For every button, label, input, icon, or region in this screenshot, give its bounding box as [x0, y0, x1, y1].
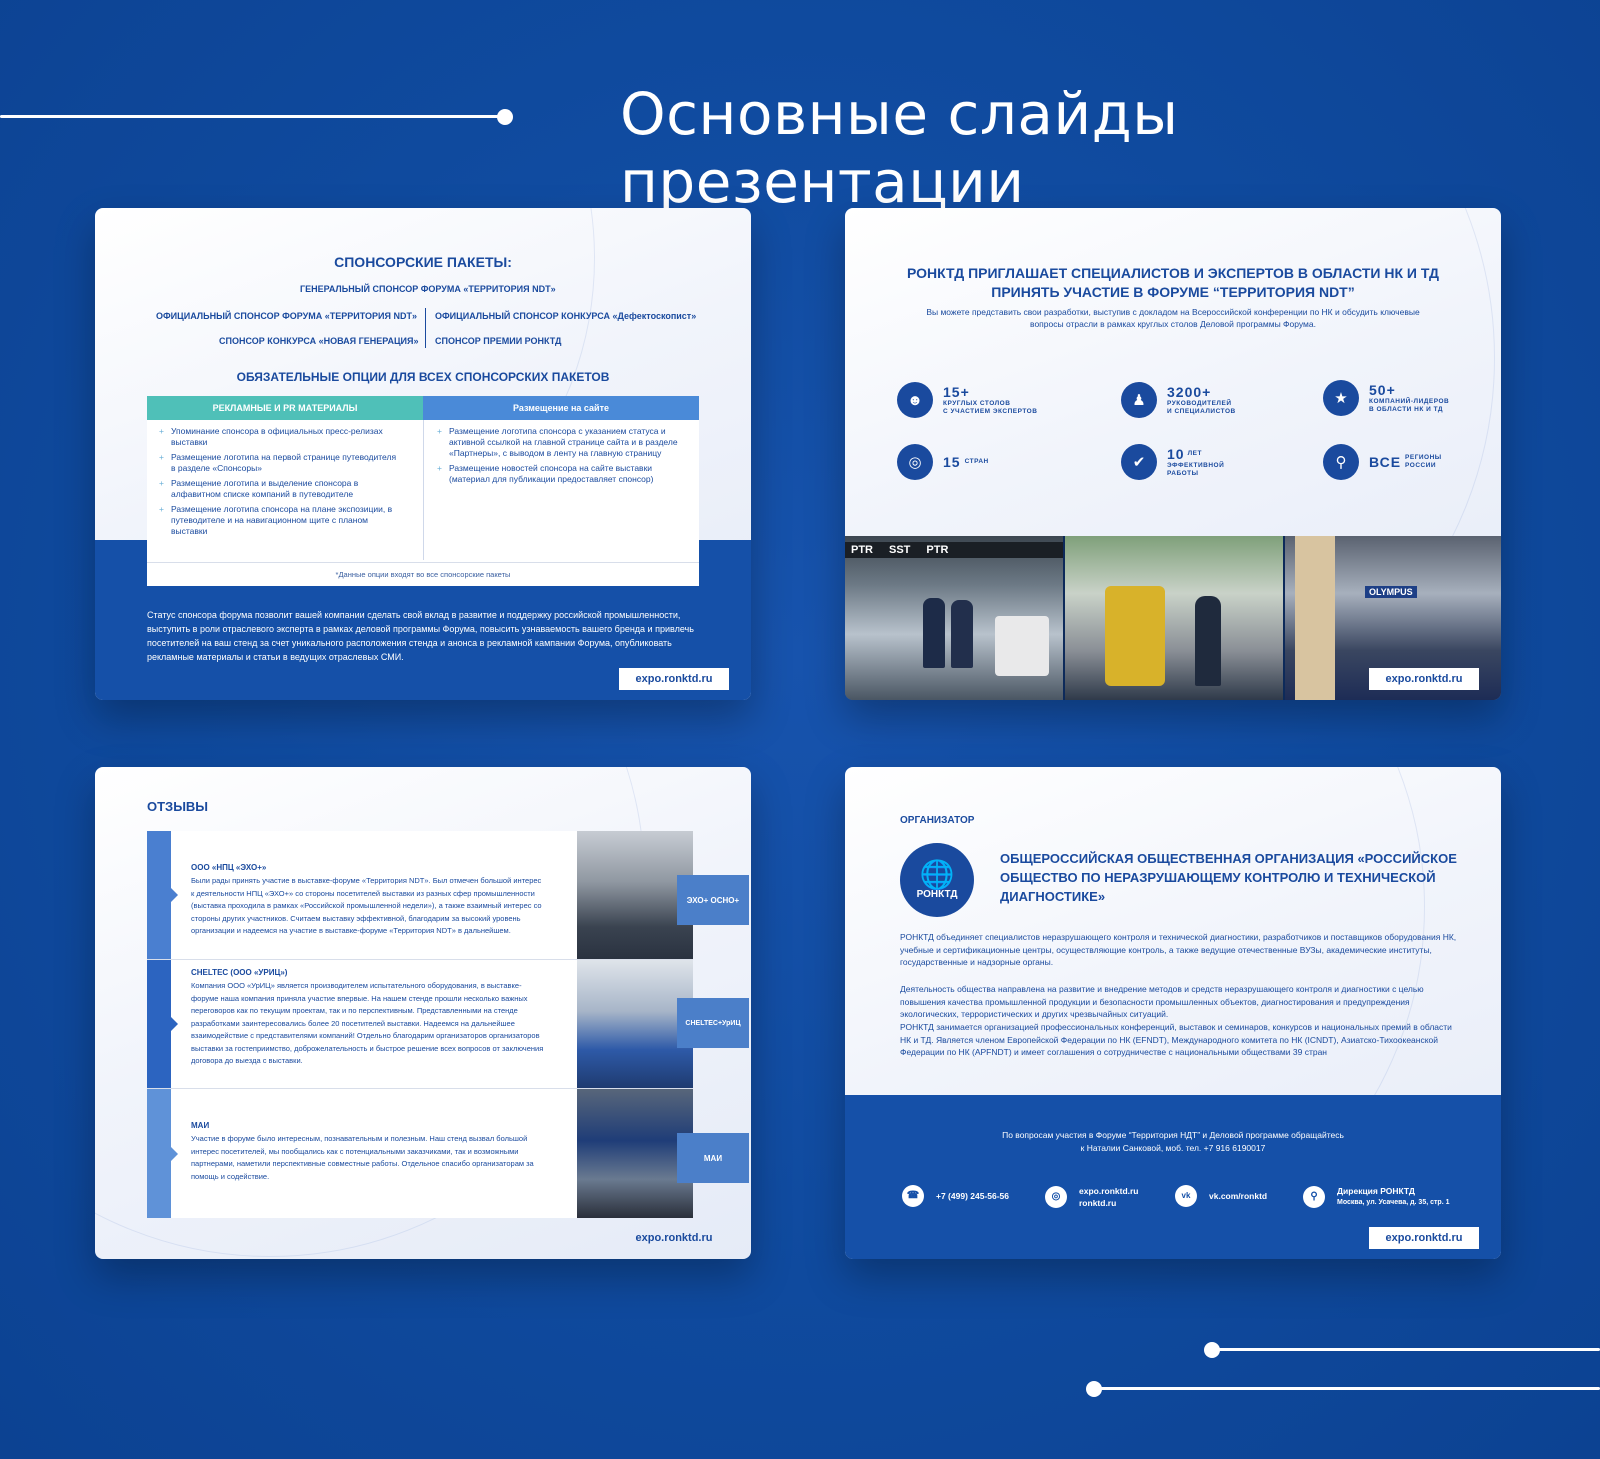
list-item: Упоминание спонсора в официальных пресс-…	[159, 426, 399, 448]
slide-invitation: РОНКТД ПРИГЛАШАЕТ СПЕЦИАЛИСТОВ И ЭКСПЕРТ…	[845, 208, 1501, 700]
divider	[425, 308, 426, 348]
review-photo: МАИ	[577, 1089, 749, 1218]
location-icon: ⚲	[1303, 1186, 1325, 1208]
organizer-title: ОБЩЕРОССИЙСКАЯ ОБЩЕСТВЕННАЯ ОРГАНИЗАЦИЯ …	[1000, 851, 1457, 904]
organizer-label: ОРГАНИЗАТОР	[900, 815, 975, 826]
stat-years: ✔ 10 ЛЕТ ЭФФЕКТИВНОЙ РАБОТЫ	[1121, 444, 1237, 480]
card-accent	[147, 831, 178, 959]
expo-photo: PTR SST PTR	[845, 536, 1063, 700]
invitation-heading: РОНКТД ПРИГЛАШАЕТ СПЕЦИАЛИСТОВ И ЭКСПЕРТ…	[906, 265, 1440, 300]
globe-icon: 🌐	[919, 858, 955, 890]
review-company: ООО «НПЦ «ЭХО+»	[191, 863, 267, 872]
expo-photo	[1065, 536, 1283, 700]
card-accent	[147, 960, 178, 1088]
review-text: Компания ООО «УрИЦ» является производите…	[191, 981, 544, 1065]
contact-address[interactable]: ⚲ Дирекция РОНКТД Москва, ул. Усачева, д.…	[1303, 1185, 1450, 1209]
organizer-paragraph: РОНКТД объединяет специалистов неразруша…	[900, 932, 1457, 967]
photo-robot	[1105, 586, 1165, 686]
prize-sponsor: СПОНСОР ПРЕМИИ РОНКТД	[435, 336, 562, 346]
contact-vk[interactable]: vk vk.com/ronktd	[1175, 1185, 1267, 1207]
photo-person	[1195, 596, 1221, 686]
review-photo: ЭХО+ ОСНО+	[577, 831, 749, 959]
globe-icon: ◎	[897, 444, 933, 480]
invitation-subtitle: Вы можете представить свои разработки, в…	[926, 307, 1420, 329]
slide-organizer: ОРГАНИЗАТОР 🌐 РОНКТД ОБЩЕРОССИЙСКАЯ ОБЩЕ…	[845, 767, 1501, 1259]
organizer-paragraph: Деятельность общества направлена на разв…	[900, 984, 1424, 1019]
vk-icon: vk	[1175, 1185, 1197, 1207]
reviews-heading: ОТЗЫВЫ	[147, 799, 209, 814]
decor-dot-bottom-1	[1204, 1342, 1220, 1358]
stat-managers: ♟ 3200+ РУКОВОДИТЕЛЕЙ И СПЕЦИАЛИСТОВ	[1121, 382, 1236, 418]
site-list: Размещение логотипа спонсора с указанием…	[437, 426, 687, 489]
review-card: CHELTEC (ООО «УРИЦ») Компания ООО «УрИЦ»…	[147, 960, 749, 1089]
decor-dot-top	[497, 109, 513, 125]
review-text: Участие в форуме было интересным, познав…	[191, 1134, 534, 1181]
pr-list: Упоминание спонсора в официальных пресс-…	[159, 426, 399, 541]
decor-line-bottom-1	[1212, 1348, 1600, 1351]
photo-person	[923, 598, 945, 668]
phone-icon: ☎	[902, 1185, 924, 1207]
review-card: ООО «НПЦ «ЭХО+» Были рады принять участи…	[147, 831, 749, 960]
trophy-icon: ★	[1323, 380, 1359, 416]
stat-regions: ⚲ ВСЕ РЕГИОНЫ РОССИИ	[1323, 444, 1442, 480]
decor-dot-bottom-2	[1086, 1381, 1102, 1397]
url-badge[interactable]: expo.ronktd.ru	[619, 668, 729, 690]
table-divider	[423, 420, 424, 560]
col-header-site: Размещение на сайте	[423, 396, 699, 420]
list-item: Размещение логотипа спонсора с указанием…	[437, 426, 687, 459]
sponsor-heading: СПОНСОРСКИЕ ПАКЕТЫ:	[334, 254, 512, 270]
user-icon: ☻	[897, 382, 933, 418]
url-badge[interactable]: expo.ronktd.ru	[1369, 1227, 1479, 1249]
stat-round-tables: ☻ 15+ КРУГЛЫХ СТОЛОВ С УЧАСТИЕМ ЭКСПЕРТОВ	[897, 382, 1037, 418]
list-item: Размещение логотипа на первой странице п…	[159, 452, 399, 474]
contact-phone[interactable]: ☎ +7 (499) 245-56-56	[902, 1185, 1009, 1207]
list-item: Размещение логотипа спонсора на плане эк…	[159, 504, 399, 537]
review-card: МАИ Участие в форуме было интересным, по…	[147, 1089, 749, 1218]
url-badge[interactable]: expo.ronktd.ru	[619, 1227, 729, 1249]
photo-sign: PTR SST PTR	[845, 542, 1063, 558]
review-photo: CHELTEC+УрИЦ	[577, 960, 749, 1088]
review-company: CHELTEC (ООО «УРИЦ»)	[191, 968, 288, 977]
globe-icon: ◎	[1045, 1186, 1067, 1208]
col-header-pr: РЕКЛАМНЫЕ И PR МАТЕРИАЛЫ	[147, 396, 423, 420]
organizer-paragraph: РОНКТД занимается организацией профессио…	[900, 1022, 1452, 1057]
photo-column	[1295, 536, 1335, 700]
slide-sponsor-packages: СПОНСОРСКИЕ ПАКЕТЫ: ГЕНЕРАЛЬНЫЙ СПОНСОР …	[95, 208, 751, 700]
list-item: Размещение новостей спонсора на сайте вы…	[437, 463, 687, 485]
company-logo: МАИ	[677, 1133, 749, 1183]
url-badge[interactable]: expo.ronktd.ru	[1369, 668, 1479, 690]
stat-companies: ★ 50+ КОМПАНИЙ-ЛИДЕРОВ В ОБЛАСТИ НК И ТД	[1323, 380, 1449, 416]
decor-line-top	[0, 115, 505, 118]
people-icon: ♟	[1121, 382, 1157, 418]
company-logo: CHELTEC+УрИЦ	[677, 998, 749, 1048]
options-heading: ОБЯЗАТЕЛЬНЫЕ ОПЦИИ ДЛЯ ВСЕХ СПОНСОРСКИХ …	[236, 370, 610, 384]
ronktd-emblem: 🌐 РОНКТД	[900, 843, 974, 917]
options-table: РЕКЛАМНЫЕ И PR МАТЕРИАЛЫ Размещение на с…	[147, 396, 699, 586]
slide-reviews: ОТЗЫВЫ ООО «НПЦ «ЭХО+» Были рады принять…	[95, 767, 751, 1259]
list-item: Размещение логотипа и выделение спонсора…	[159, 478, 399, 500]
decor-line-bottom-2	[1094, 1387, 1600, 1390]
table-note: *Данные опции входят во все спонсорские …	[147, 562, 699, 586]
page-title: Основные слайды презентации	[620, 80, 1179, 216]
stat-countries: ◎ 15 СТРАН	[897, 444, 989, 480]
review-company: МАИ	[191, 1121, 210, 1130]
photo-person	[951, 600, 973, 668]
company-logo: ЭХО+ ОСНО+	[677, 875, 749, 925]
official-sponsor: ОФИЦИАЛЬНЫЙ СПОНСОР ФОРУМА «ТЕРРИТОРИЯ N…	[156, 311, 417, 321]
new-gen-sponsor: СПОНСОР КОНКУРСА «НОВАЯ ГЕНЕРАЦИЯ»	[219, 336, 419, 346]
photo-stand	[995, 616, 1049, 676]
thumbs-up-icon: ✔	[1121, 444, 1157, 480]
contact-web[interactable]: ◎ expo.ronktd.ru ronktd.ru	[1045, 1185, 1139, 1209]
general-sponsor: ГЕНЕРАЛЬНЫЙ СПОНСОР ФОРУМА «ТЕРРИТОРИЯ N…	[300, 284, 556, 294]
photo-sign: OLYMPUS	[1365, 586, 1417, 598]
review-text: Были рады принять участие в выставке-фор…	[191, 876, 542, 935]
contest-sponsor: ОФИЦИАЛЬНЫЙ СПОНСОР КОНКУРСА «Дефектоско…	[435, 311, 697, 321]
card-accent	[147, 1089, 178, 1218]
sponsor-paragraph: Статус спонсора форума позволит вашей ко…	[147, 610, 694, 662]
contact-text: По вопросам участия в Форуме “Территория…	[1002, 1130, 1344, 1153]
map-icon: ⚲	[1323, 444, 1359, 480]
